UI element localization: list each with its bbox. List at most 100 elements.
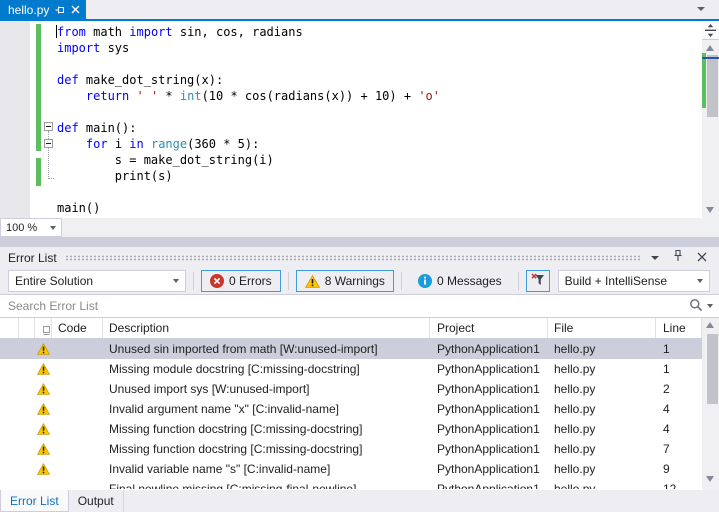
source-filter-dropdown[interactable]: Build + IntelliSense: [557, 270, 710, 292]
cell-line: 7: [663, 442, 670, 456]
code-line[interactable]: main(): [57, 200, 100, 216]
cell-proj: PythonApplication1: [437, 402, 540, 416]
panel-splitter[interactable]: [0, 237, 719, 247]
error-list-row[interactable]: Unused import sys [W:unused-import] Pytho…: [0, 379, 702, 399]
warning-icon: [35, 479, 52, 489]
error-list-row[interactable]: Invalid variable name "s" [C:invalid-nam…: [0, 459, 702, 479]
error-list-row[interactable]: Missing function docstring [C:missing-do…: [0, 439, 702, 459]
close-icon[interactable]: [697, 251, 707, 265]
scrollbar-change-annotation: [702, 53, 706, 108]
document-list-chevron-icon[interactable]: [697, 7, 705, 11]
error-list-row[interactable]: Missing function docstring [C:missing-do…: [0, 419, 702, 439]
cell-file: hello.py: [554, 482, 596, 489]
error-list-row[interactable]: Final newline missing [C:missing-final-n…: [0, 479, 702, 489]
column-expander-header[interactable]: [19, 318, 35, 338]
column-severity-header[interactable]: [35, 318, 52, 338]
code-text[interactable]: from math import sin, cos, radians import…: [57, 24, 687, 216]
column-code-header[interactable]: Code: [52, 318, 103, 338]
errors-filter-button[interactable]: 0 Errors: [201, 270, 281, 292]
code-line[interactable]: s = make_dot_string(i): [57, 152, 274, 168]
cell-exp: [19, 419, 35, 439]
cell-file: hello.py: [554, 402, 596, 416]
panel-title-bar[interactable]: Error List: [0, 247, 719, 268]
search-options-chevron-icon[interactable]: [707, 304, 713, 308]
warning-icon: [35, 339, 52, 359]
cell-line: 9: [663, 462, 670, 476]
column-file-header[interactable]: File: [548, 318, 656, 338]
messages-filter-button[interactable]: 0 Messages: [409, 270, 511, 292]
zoom-level-dropdown[interactable]: 100 %: [0, 218, 62, 237]
code-editor[interactable]: from math import sin, cos, radians import…: [0, 21, 719, 218]
warning-icon: [35, 359, 52, 379]
cell-code: [52, 479, 103, 489]
warnings-filter-button[interactable]: 8 Warnings: [295, 270, 394, 292]
window-position-chevron-icon[interactable]: [651, 255, 659, 260]
collapse-region-button[interactable]: [44, 122, 53, 131]
error-list-row[interactable]: Unused sin imported from math [W:unused-…: [0, 339, 702, 359]
cell-code: [52, 459, 103, 479]
document-tabstrip: hello.py: [0, 0, 719, 19]
cell-proj: PythonApplication1: [437, 462, 540, 476]
error-list-toolbar: Entire Solution 0 Errors 8 Warnings 0 Me…: [0, 268, 719, 294]
severity-column-icon: [42, 326, 50, 335]
grid-vertical-scrollbar[interactable]: [702, 318, 719, 490]
editor-horizontal-scrollbar[interactable]: [63, 218, 702, 237]
cell-code: [52, 359, 103, 379]
pin-icon[interactable]: [55, 5, 65, 15]
info-icon: [417, 274, 432, 288]
cell-proj: PythonApplication1: [437, 482, 540, 489]
collapse-region-button[interactable]: [44, 139, 53, 148]
tab-hello-py[interactable]: hello.py: [0, 0, 86, 19]
pin-icon[interactable]: [673, 249, 683, 265]
search-placeholder: Search Error List: [8, 299, 99, 313]
code-line[interactable]: import sys: [57, 40, 129, 56]
cell-desc: Missing module docstring [C:missing-docs…: [109, 362, 360, 376]
cell-line: 4: [663, 422, 670, 436]
cell-desc: Missing function docstring [C:missing-do…: [109, 442, 363, 456]
code-line[interactable]: return ' ' * int(10 * cos(radians(x)) + …: [57, 88, 440, 104]
editor-bottom-bar: 100 %: [0, 218, 719, 237]
scroll-up-icon[interactable]: [706, 322, 714, 328]
scroll-down-icon[interactable]: [706, 207, 714, 213]
editor-vertical-scrollbar[interactable]: [702, 21, 719, 218]
warning-icon: [35, 379, 52, 399]
track-changes-bar: [36, 24, 41, 151]
search-icon[interactable]: [689, 298, 703, 315]
code-line[interactable]: from math import sin, cos, radians: [57, 24, 303, 40]
column-selector-header[interactable]: [0, 318, 19, 338]
scrollbar-thumb[interactable]: [707, 334, 718, 404]
cell-exp: [19, 439, 35, 459]
split-window-handle[interactable]: [702, 21, 719, 40]
scrollbar-thumb[interactable]: [707, 55, 718, 117]
tool-tab-output[interactable]: Output: [69, 490, 124, 512]
search-error-list-input[interactable]: Search Error List: [0, 294, 719, 318]
cell-proj: PythonApplication1: [437, 342, 540, 356]
cell-code: [52, 339, 103, 359]
column-description-header[interactable]: Description: [103, 318, 430, 338]
error-list-panel: Error List Entire Solution 0 Errors 8 Wa…: [0, 247, 719, 512]
grid-header-row: Code Description Project File Line: [0, 318, 702, 339]
code-line[interactable]: for i in range(360 * 5):: [57, 136, 259, 152]
column-project-header[interactable]: Project: [430, 318, 548, 338]
cell-sel: [0, 399, 19, 419]
column-line-header[interactable]: Line: [656, 318, 702, 338]
scroll-down-icon[interactable]: [706, 476, 714, 482]
tool-tab-error-list[interactable]: Error List: [0, 490, 69, 512]
error-list-row[interactable]: Missing module docstring [C:missing-docs…: [0, 359, 702, 379]
warning-icon: [35, 399, 52, 419]
cell-code: [52, 419, 103, 439]
code-line[interactable]: def main():: [57, 120, 136, 136]
code-line[interactable]: print(s): [57, 168, 173, 184]
cell-exp: [19, 399, 35, 419]
cell-sel: [0, 479, 19, 489]
cell-desc: Unused import sys [W:unused-import]: [109, 382, 310, 396]
cell-exp: [19, 359, 35, 379]
close-icon[interactable]: [71, 5, 80, 14]
clear-filter-button[interactable]: [525, 270, 550, 292]
code-line[interactable]: def make_dot_string(x):: [57, 72, 223, 88]
scope-filter-dropdown[interactable]: Entire Solution: [8, 270, 186, 292]
scroll-up-icon[interactable]: [706, 45, 714, 51]
error-list-row[interactable]: Invalid argument name "x" [C:invalid-nam…: [0, 399, 702, 419]
toolbar-separator: [517, 272, 519, 290]
source-filter-value: Build + IntelliSense: [564, 274, 668, 288]
